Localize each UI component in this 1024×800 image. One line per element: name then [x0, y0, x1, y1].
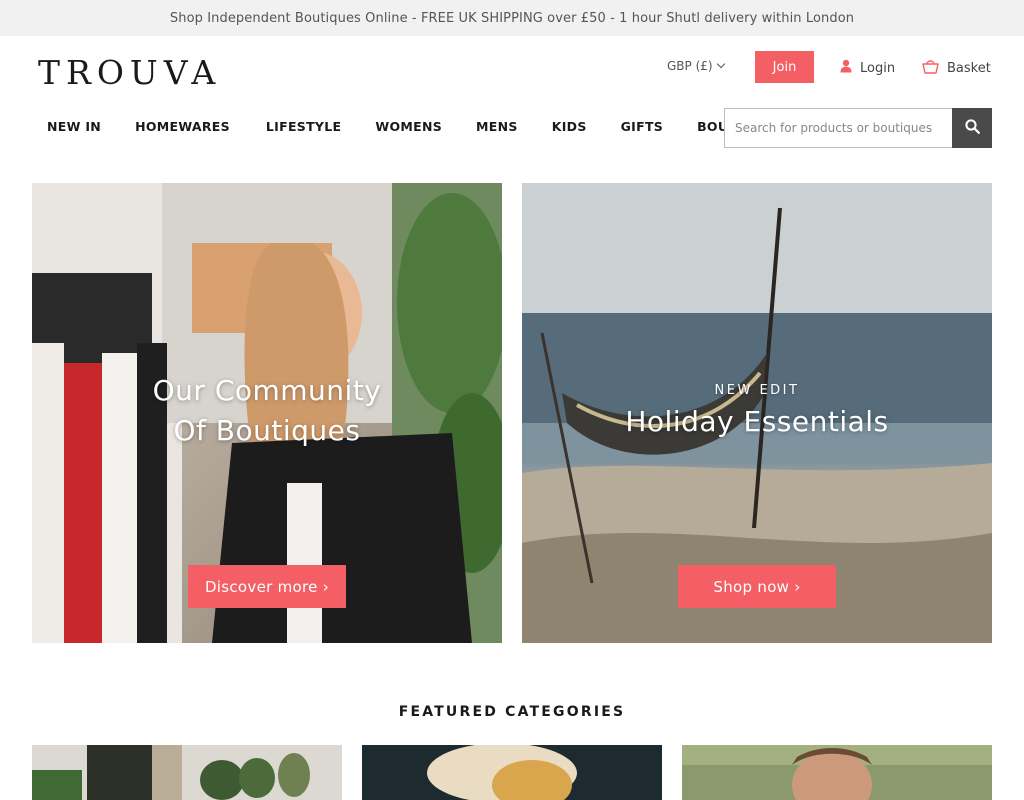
category-tile-mens[interactable]	[682, 745, 992, 800]
chevron-down-icon	[716, 59, 725, 69]
nav-item-womens[interactable]: WOMENS	[375, 119, 442, 135]
category-tile-image	[32, 745, 342, 800]
search-icon	[964, 118, 980, 138]
basket-link[interactable]: Basket	[922, 59, 991, 78]
basket-label: Basket	[947, 61, 991, 76]
hero-boutiques-heading-line2: Of Boutiques	[173, 414, 361, 447]
login-link[interactable]: Login	[840, 59, 895, 77]
search-button[interactable]	[952, 108, 992, 148]
join-button[interactable]: Join	[755, 51, 814, 83]
nav-item-new-in[interactable]: NEW IN	[47, 119, 101, 135]
nav-item-homewares[interactable]: HOMEWARES	[135, 119, 230, 135]
category-tile-womens[interactable]	[362, 745, 662, 800]
nav-item-mens[interactable]: MENS	[476, 119, 518, 135]
login-label: Login	[860, 60, 896, 76]
nav-item-kids[interactable]: KIDS	[552, 119, 587, 135]
featured-categories-title: FEATURED CATEGORIES	[398, 704, 626, 720]
hero-boutiques-heading-line1: Our Community	[152, 374, 382, 407]
user-icon	[840, 59, 852, 77]
shop-now-button[interactable]: Shop now ›	[678, 565, 836, 608]
search-box	[724, 108, 992, 148]
discover-more-button[interactable]: Discover more ›	[188, 565, 346, 608]
currency-label: GBP (£)	[667, 59, 713, 73]
hero-boutiques[interactable]: Our Community Of Boutiques Discover more…	[32, 183, 502, 643]
promo-text: Shop Independent Boutiques Online - FREE…	[169, 10, 855, 26]
promo-bar: Shop Independent Boutiques Online - FREE…	[0, 0, 1024, 36]
site-logo[interactable]: TROUVA	[38, 54, 221, 92]
category-tile-image	[682, 745, 992, 800]
hero-holiday-kicker: NEW EDIT	[714, 383, 800, 398]
category-tile-homewares[interactable]	[32, 745, 342, 800]
nav-item-gifts[interactable]: GIFTS	[621, 119, 663, 135]
nav-item-lifestyle[interactable]: LIFESTYLE	[266, 119, 341, 135]
basket-icon	[922, 59, 939, 78]
search-input[interactable]	[724, 108, 952, 148]
hero-holiday[interactable]: NEW EDIT Holiday Essentials Shop now ›	[522, 183, 992, 643]
category-tile-image	[362, 745, 662, 800]
hero-holiday-heading: Holiday Essentials	[625, 405, 889, 438]
main-nav: NEW IN HOMEWARES LIFESTYLE WOMENS MENS K…	[47, 119, 782, 135]
currency-selector[interactable]: GBP (£)	[667, 59, 725, 73]
